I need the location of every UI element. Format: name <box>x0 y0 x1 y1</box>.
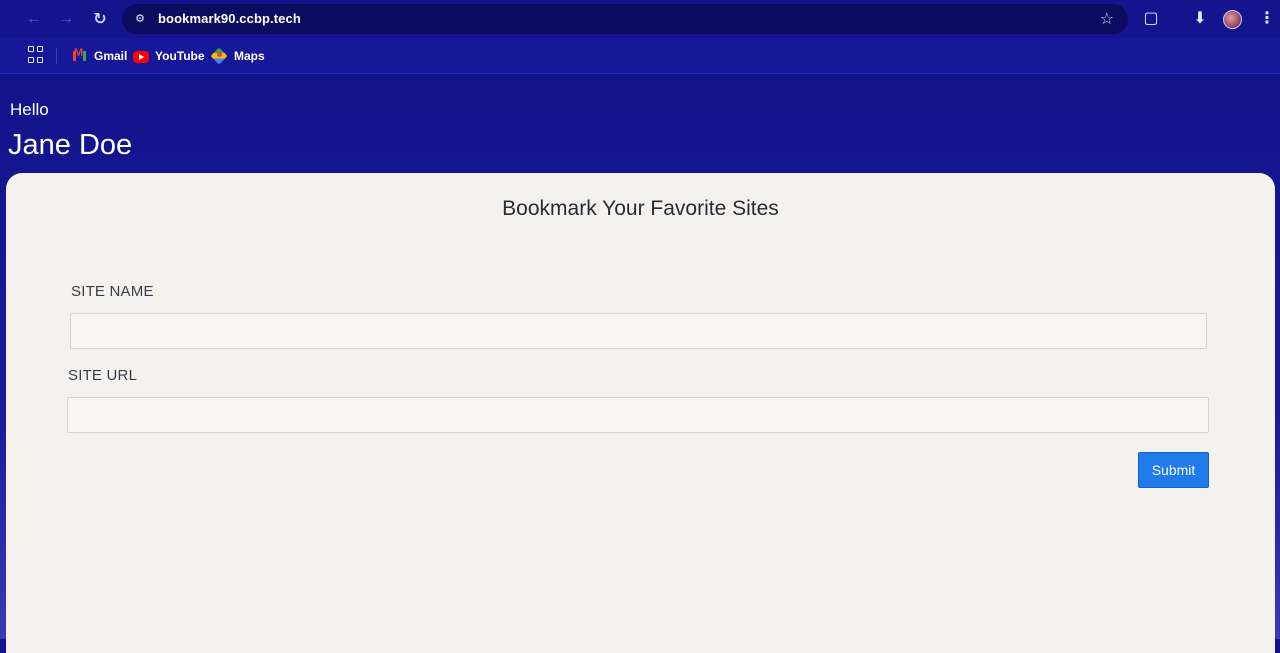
form-title: Bookmark Your Favorite Sites <box>502 197 779 220</box>
user-name: Jane Doe <box>8 129 133 161</box>
address-bar[interactable]: ⚙ bookmark90.ccbp.tech ☆ <box>122 4 1128 34</box>
bookmark-form-card: Bookmark Your Favorite Sites SITE NAME S… <box>6 173 1275 653</box>
site-url-label: SITE URL <box>68 367 138 384</box>
browser-toolbar: ← → ↻ ⚙ bookmark90.ccbp.tech ☆ ▢ ⬇ ⋮ <box>0 0 1280 38</box>
gmail-icon <box>72 47 88 63</box>
profile-avatar[interactable] <box>1223 10 1242 29</box>
more-menu-icon[interactable]: ⋮ <box>1256 8 1278 30</box>
bookmark-maps[interactable]: Maps <box>212 46 265 66</box>
bookmark-gmail[interactable]: Gmail <box>72 46 127 66</box>
youtube-icon <box>133 50 149 63</box>
forward-arrow-icon[interactable]: → <box>54 7 78 31</box>
bookmark-label: Gmail <box>94 49 128 63</box>
submit-button[interactable]: Submit <box>1138 452 1209 488</box>
bookmarks-bar: Gmail YouTube Maps <box>0 38 1280 74</box>
site-info-icon[interactable]: ⚙ <box>132 11 148 27</box>
reload-icon[interactable]: ↻ <box>88 7 112 31</box>
bookmarks-divider <box>56 48 57 64</box>
maps-icon <box>212 49 228 63</box>
site-name-input[interactable] <box>70 313 1207 349</box>
bookmark-youtube[interactable]: YouTube <box>133 46 205 66</box>
bookmark-star-icon[interactable]: ☆ <box>1100 9 1114 29</box>
bookmark-label: YouTube <box>155 49 205 63</box>
extensions-icon[interactable]: ▢ <box>1140 8 1162 30</box>
url-text[interactable]: bookmark90.ccbp.tech <box>158 4 301 34</box>
greeting-text: Hello <box>10 100 49 119</box>
bookmark-label: Maps <box>234 49 265 63</box>
site-url-input[interactable] <box>67 397 1209 433</box>
site-name-label: SITE NAME <box>71 283 154 300</box>
apps-grid-icon[interactable] <box>28 46 46 64</box>
back-arrow-icon[interactable]: ← <box>22 7 46 31</box>
download-icon[interactable]: ⬇ <box>1189 8 1211 30</box>
page-content: Hello Jane Doe Bookmark Your Favorite Si… <box>0 75 1280 653</box>
